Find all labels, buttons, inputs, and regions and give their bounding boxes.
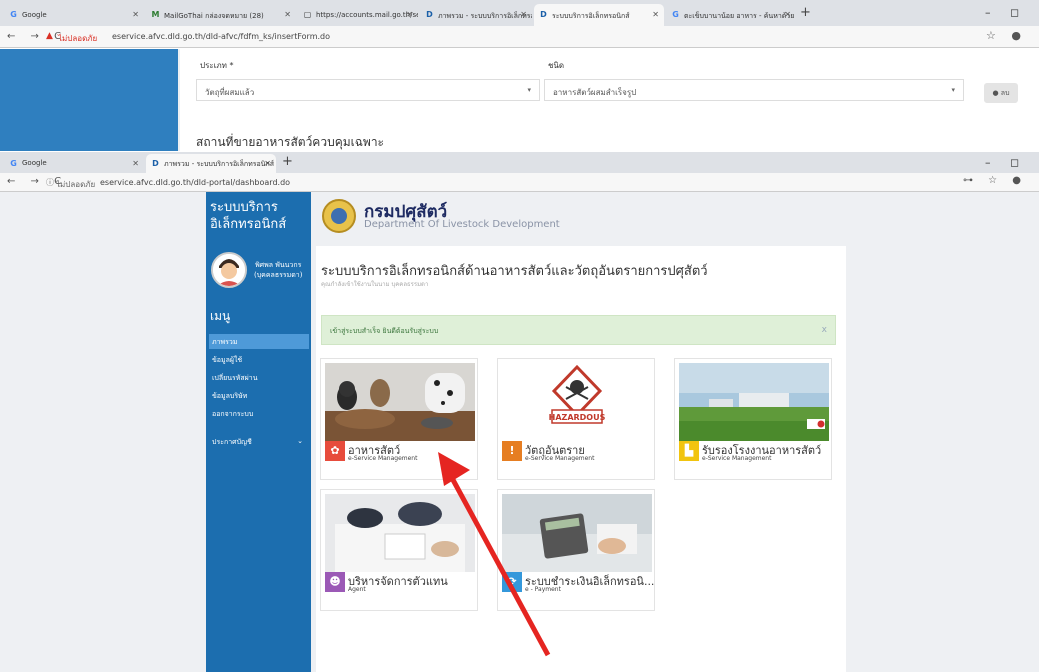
tab-label: ภาพรวม - ระบบบริการอิเล็กทรอนิกส์ <box>438 12 532 20</box>
delete-label: ลบ <box>1000 89 1010 97</box>
tab-google[interactable]: G Google ✕ <box>4 4 144 26</box>
site-icon: D <box>540 10 547 19</box>
kind-select[interactable]: อาหารสัตว์ผสมสำเร็จรูป ▾ <box>544 79 964 101</box>
brand-line-1: ระบบบริการ <box>210 200 278 215</box>
animal-feed-image <box>325 363 475 441</box>
user-role: (บุคคลธรรมดา) <box>254 271 303 279</box>
factory-icon: ▙ <box>679 441 699 461</box>
dld-logo <box>322 199 356 233</box>
alert-text: เข้าสู่ระบบสำเร็จ ยินดีต้อนรับสู่ระบบ <box>330 327 439 335</box>
card-subtitle: e-Service Management <box>348 455 418 462</box>
address-bar: ← → C ▲ ไม่ปลอดภัย eservice.afvc.dld.go.… <box>0 26 1039 48</box>
warning-icon: ▲ <box>46 31 53 41</box>
site-icon: D <box>152 159 159 168</box>
url-field[interactable]: eservice.afvc.dld.go.th/dld-afvc/fdfm_ks… <box>112 32 330 41</box>
brand-line-2: อิเล็กทรอนิกส์ <box>210 217 287 232</box>
close-icon[interactable]: ✕ <box>520 10 527 19</box>
security-label[interactable]: ไม่ปลอดภัย <box>56 178 95 191</box>
kind-label: ชนิด <box>548 61 565 70</box>
brand[interactable]: ระบบบริการอิเล็กทรอนิกส์ <box>206 192 311 244</box>
security-label[interactable]: ไม่ปลอดภัย <box>58 32 97 45</box>
people-icon: ☻ <box>325 572 345 592</box>
card-subtitle: Agent <box>348 586 366 593</box>
tab-label: MailGoThai กล่องจดหมาย (28) <box>164 12 264 20</box>
tab-label: https://accounts.mail.go.th/serv <box>316 11 418 19</box>
card-subtitle: e-Service Management <box>702 455 772 462</box>
tab-label: ตะเข็บบานาน้อย อาหาร - ค้นหาด้วย <box>684 12 795 20</box>
success-alert: เข้าสู่ระบบสำเร็จ ยินดีต้อนรับสู่ระบบ x <box>321 315 836 345</box>
red-arrow-annotation <box>438 452 551 657</box>
menu-item-announce[interactable]: ประกาศบัญชี ⌄ <box>209 434 309 449</box>
trash-icon: ● <box>992 89 999 97</box>
type-label: ประเภท * <box>200 61 234 70</box>
address-bar-2: ← → C ⓘ ไม่ปลอดภัย eservice.afvc.dld.go.… <box>0 173 1039 192</box>
tab-label: ระบบบริการอิเล็กทรอนิกส์ <box>552 12 630 20</box>
new-tab-icon[interactable]: + <box>800 5 811 20</box>
close-icon[interactable]: ✕ <box>264 159 271 168</box>
dept-name-en: Department Of Livestock Development <box>364 219 560 230</box>
hazardous-image: HAZARDOUS <box>502 363 652 441</box>
google-icon: G <box>672 10 679 19</box>
user-panel: พิศพล พันนวกร (บุคคลธรรมดา) <box>206 248 311 298</box>
factory-image <box>679 363 829 441</box>
chevron-down-icon: ⌄ <box>297 437 303 445</box>
close-icon[interactable]: ✕ <box>652 10 659 19</box>
chevron-down-icon: ▾ <box>951 86 955 94</box>
tab-dashboard[interactable]: D ภาพรวม - ระบบบริการอิเล็กทรอนิกส์✕ <box>420 4 532 26</box>
menu-item-company-info[interactable]: ข้อมูลบริษัท <box>209 388 309 403</box>
page-icon: ▢ <box>303 10 312 19</box>
card-factory-certification[interactable]: ▙ รับรองโรงงานอาหารสัตว์ e-Service Manag… <box>674 358 832 480</box>
tab-google-2[interactable]: G Google ✕ <box>4 154 144 173</box>
bookmark-star-icon[interactable]: ☆ ● <box>986 29 1027 42</box>
user-info: พิศพล พันนวกร (บุคคลธรรมดา) <box>254 260 302 280</box>
menu-item-change-password[interactable]: เปลี่ยนรหัสผ่าน <box>209 370 309 385</box>
header: ระบบบริการ อิเล็กทรอนิกส์ กรมปศุสัตว์ Dep… <box>206 192 846 244</box>
tab-search[interactable]: G ตะเข็บบานาน้อย อาหาร - ค้นหาด้วย ✕ <box>666 4 796 26</box>
paw-icon: ✿ <box>325 441 345 461</box>
tab-label: Google <box>22 159 47 167</box>
window-controls[interactable]: – ◻ <box>985 6 1027 19</box>
close-icon[interactable]: ✕ <box>406 10 413 19</box>
tab-eservice[interactable]: D ระบบบริการอิเล็กทรอนิกส์ ✕ <box>534 4 664 26</box>
new-tab-icon[interactable]: + <box>282 154 293 169</box>
tab-label: ภาพรวม - ระบบบริการอิเล็กทรอนิกส์ <box>164 160 274 168</box>
tab-bar-2: G Google ✕ D ภาพรวม - ระบบบริการอิเล็กทรอนิ… <box>0 152 1039 173</box>
avatar[interactable] <box>211 252 247 288</box>
tab-bar: G Google ✕ M MailGoThai กล่องจดหมาย (28) ✕ ▢… <box>0 0 1039 26</box>
close-icon[interactable]: ✕ <box>132 159 139 168</box>
delete-button[interactable]: ● ลบ <box>984 83 1018 103</box>
form-area: ประเภท * วัตถุที่ผสมแล้ว ▾ ชนิด อาหารสัตว… <box>0 49 1039 151</box>
tab-mailgothai[interactable]: M MailGoThai กล่องจดหมาย (28) ✕ <box>146 4 296 26</box>
url-field[interactable]: eservice.afvc.dld.go.th/dld-portal/dashb… <box>100 178 290 187</box>
window-controls[interactable]: – ◻ <box>985 156 1027 169</box>
page-title: ระบบบริการอิเล็กทรอนิกส์ด้านอาหารสัตว์แล… <box>321 264 708 279</box>
user-name: พิศพล พันนวกร <box>255 261 302 269</box>
tab-label: Google <box>22 11 47 19</box>
chevron-down-icon: ▾ <box>527 86 531 94</box>
menu-item-logout[interactable]: ออกจากระบบ <box>209 406 309 421</box>
google-icon: G <box>10 159 17 168</box>
info-icon: ⓘ <box>46 178 54 187</box>
kind-value: อาหารสัตว์ผสมสำเร็จรูป <box>553 88 637 97</box>
hazard-text: HAZARDOUS <box>549 413 606 422</box>
site-icon: D <box>426 10 433 19</box>
announce-label: ประกาศบัญชี <box>212 438 252 446</box>
mail-icon: M <box>151 10 160 19</box>
tab-dashboard-2[interactable]: D ภาพรวม - ระบบบริการอิเล็กทรอนิกส์ ✕ <box>146 154 276 173</box>
section-title: สถานที่ขายอาหารสัตว์ควบคุมเฉพาะ <box>196 135 384 149</box>
google-icon: G <box>10 10 17 19</box>
alert-close-button[interactable]: x <box>822 325 827 335</box>
tab-accounts[interactable]: ▢ https://accounts.mail.go.th/serv ✕ <box>298 4 418 26</box>
page-subtitle: คุณกำลังเข้าใช้งานในนาม บุคคลธรรมดา <box>321 281 429 288</box>
menu-item-user-info[interactable]: ข้อมูลผู้ใช้ <box>209 352 309 367</box>
menu-item-overview[interactable]: ภาพรวม <box>209 334 309 349</box>
bookmark-star-icon[interactable]: ⊶ ☆ ● <box>963 175 1027 186</box>
sidebar-background <box>0 49 178 151</box>
close-icon[interactable]: ✕ <box>784 10 791 19</box>
type-value: วัตถุที่ผสมแล้ว <box>205 88 255 97</box>
close-icon[interactable]: ✕ <box>284 10 291 19</box>
close-icon[interactable]: ✕ <box>132 10 139 19</box>
type-select[interactable]: วัตถุที่ผสมแล้ว ▾ <box>196 79 540 101</box>
menu-title: เมนู <box>210 309 231 323</box>
